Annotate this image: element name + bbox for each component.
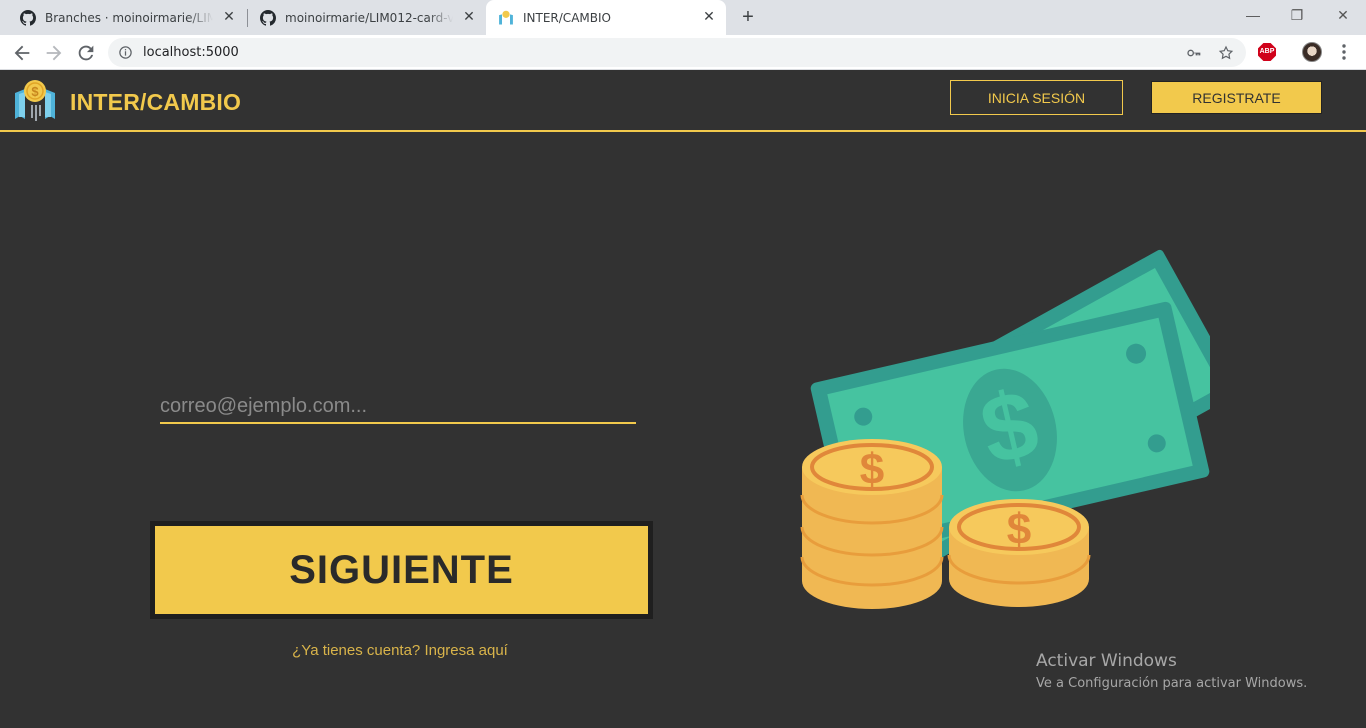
login-link[interactable]: ¿Ya tienes cuenta? Ingresa aquí xyxy=(200,642,600,659)
tab-title: moinoirmarie/LIM012-card-valid xyxy=(285,10,453,25)
inter-cambio-logo[interactable]: $ xyxy=(14,79,56,123)
tab-close-icon[interactable]: ✕ xyxy=(702,10,716,24)
svg-text:$: $ xyxy=(860,445,884,494)
profile-avatar[interactable] xyxy=(1302,42,1322,62)
browser-tab[interactable]: Branches · moinoirmarie/LIM012 ✕ xyxy=(8,0,246,35)
next-button[interactable]: SIGUIENTE xyxy=(150,521,653,619)
browser-toolbar: localhost:5000 ABP xyxy=(0,35,1366,70)
watermark-title: Activar Windows xyxy=(1036,651,1177,671)
forward-arrow-icon[interactable] xyxy=(43,42,65,64)
login-button[interactable]: INICIA SESIÓN xyxy=(950,80,1123,115)
tab-close-icon[interactable]: ✕ xyxy=(462,10,476,24)
back-arrow-icon[interactable] xyxy=(11,42,33,64)
coin-stack-left: $ xyxy=(800,439,944,609)
github-icon xyxy=(20,9,36,26)
app-favicon-icon xyxy=(499,10,513,25)
email-input[interactable] xyxy=(160,386,636,424)
browser-menu-icon[interactable] xyxy=(1336,43,1352,61)
window-maximize-button[interactable]: ❐ xyxy=(1274,0,1320,30)
new-tab-button[interactable]: + xyxy=(738,7,758,27)
tab-title: INTER/CAMBIO xyxy=(523,10,611,25)
brand-title[interactable]: INTER/CAMBIO xyxy=(70,89,241,116)
address-bar[interactable]: localhost:5000 xyxy=(108,38,1246,67)
app-header: $ INTER/CAMBIO INICIA SESIÓN REGISTRATE xyxy=(0,71,1366,132)
bookmark-star-icon[interactable] xyxy=(1218,45,1234,61)
browser-tab-active[interactable]: INTER/CAMBIO ✕ xyxy=(486,0,726,35)
window-minimize-button[interactable]: — xyxy=(1230,0,1276,30)
tab-close-icon[interactable]: ✕ xyxy=(222,10,236,24)
reload-icon[interactable] xyxy=(75,42,97,64)
key-icon[interactable] xyxy=(1186,45,1202,61)
site-info-icon[interactable] xyxy=(118,45,133,60)
svg-text:$: $ xyxy=(31,84,39,99)
coin-stack-right: $ xyxy=(947,499,1091,607)
adblock-extension-icon[interactable]: ABP xyxy=(1258,43,1276,61)
tab-title: Branches · moinoirmarie/LIM012 xyxy=(45,10,213,25)
watermark-subtitle: Ve a Configuración para activar Windows. xyxy=(1036,676,1308,691)
svg-text:$: $ xyxy=(1007,505,1031,554)
browser-tab[interactable]: moinoirmarie/LIM012-card-valid ✕ xyxy=(248,0,486,35)
money-illustration: $ $ $ xyxy=(800,249,1210,609)
browser-tab-strip: Branches · moinoirmarie/LIM012 ✕ moinoir… xyxy=(0,0,1366,35)
window-close-button[interactable]: ✕ xyxy=(1320,0,1366,30)
github-icon xyxy=(260,9,276,26)
register-button[interactable]: REGISTRATE xyxy=(1151,81,1322,114)
windows-activation-watermark: Activar Windows Ve a Configuración para … xyxy=(1036,651,1307,691)
url-text: localhost:5000 xyxy=(143,45,239,60)
